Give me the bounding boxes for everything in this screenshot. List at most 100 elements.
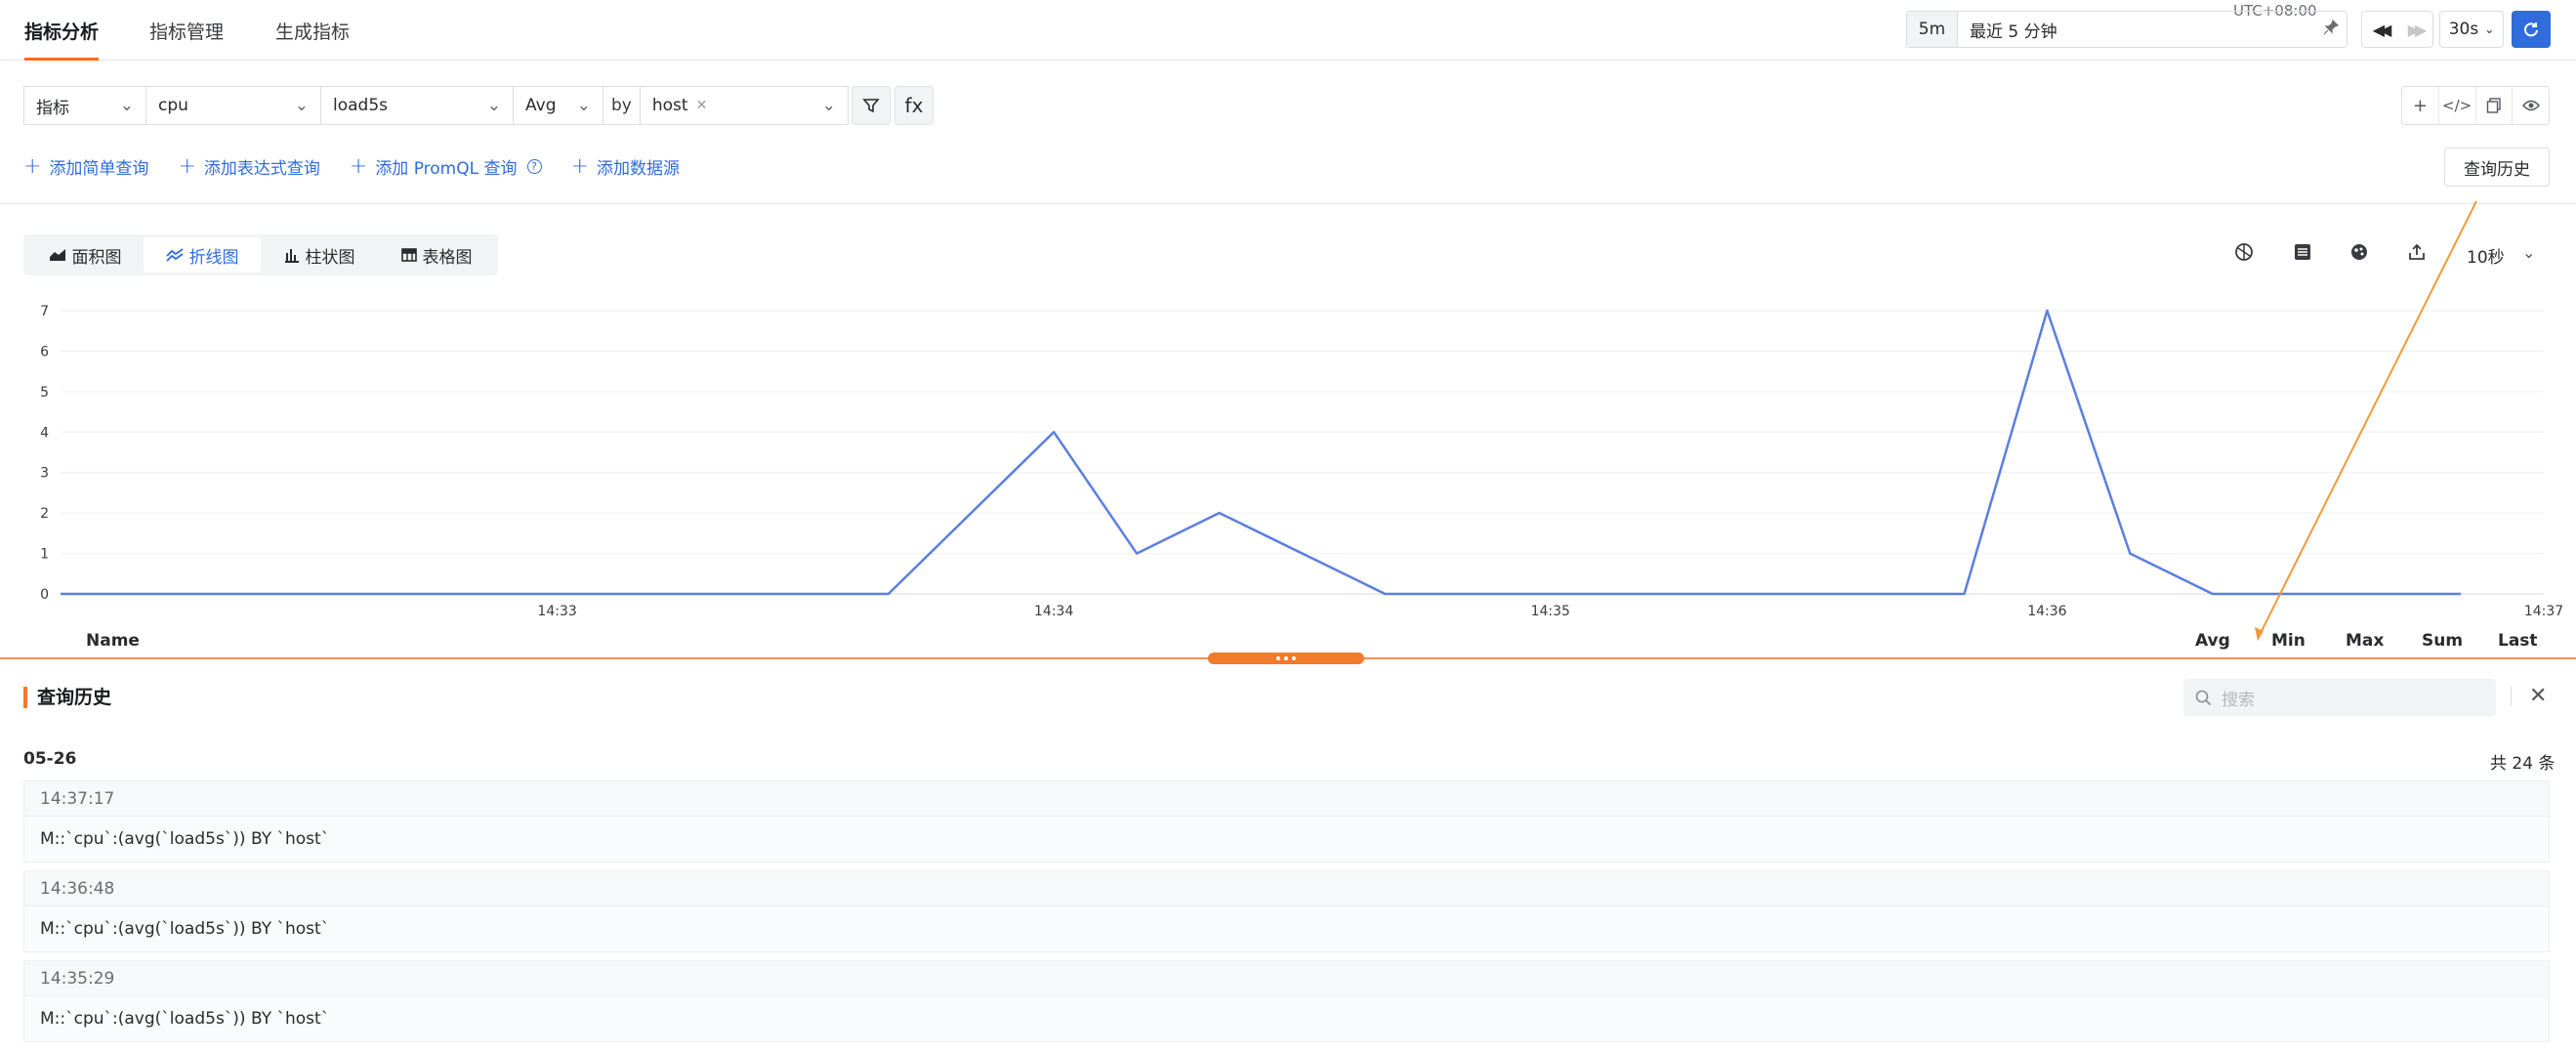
history-search-input[interactable]: 搜索 (2183, 679, 2496, 716)
history-item[interactable]: 14:37:17 M::`cpu`:(avg(`load5s`)) BY `ho… (23, 780, 2550, 863)
interval-select[interactable]: 10秒 (2467, 243, 2505, 268)
pin-icon[interactable] (2315, 19, 2347, 40)
tag-chip: host ✕ (652, 96, 707, 115)
x-tick-label: 14:35 (1531, 604, 1570, 619)
add-expression-query-label: 添加表达式查询 (203, 159, 320, 179)
query-type-select[interactable]: 指标 ⌄ (23, 86, 146, 125)
area-chart-icon (49, 249, 65, 261)
legend-sum-header[interactable]: Sum (2422, 631, 2463, 651)
search-icon (2195, 690, 2212, 705)
bar-chart-icon (284, 249, 299, 263)
legend-max-header[interactable]: Max (2346, 631, 2384, 651)
group-by-select[interactable]: host ✕ ⌄ (639, 86, 849, 125)
eye-icon[interactable] (2513, 87, 2549, 124)
x-tick-label: 14:34 (1034, 604, 1073, 619)
filter-button[interactable] (852, 86, 891, 125)
tab-table-chart[interactable]: 表格图 (378, 237, 495, 273)
refresh-interval-select[interactable]: 30s ⌄ (2439, 11, 2504, 48)
legend-min-header[interactable]: Min (2271, 631, 2306, 651)
time-range-text[interactable]: 最近 5 分钟 (1958, 18, 2315, 42)
color-palette-icon[interactable] (2234, 242, 2254, 267)
aggregation-value: Avg (525, 96, 557, 115)
y-tick-label: 2 (40, 506, 49, 522)
close-icon[interactable]: ✕ (696, 98, 708, 113)
history-item[interactable]: 14:35:29 M::`cpu`:(avg(`load5s`)) BY `ho… (23, 960, 2550, 1042)
history-search-placeholder: 搜索 (2222, 690, 2255, 710)
chevron-down-icon: ⌄ (294, 96, 309, 115)
tab-bar-chart-label: 柱状图 (305, 247, 355, 268)
history-item-query[interactable]: M::`cpu`:(avg(`load5s`)) BY `host` (24, 817, 2549, 862)
y-tick-label: 1 (40, 547, 49, 563)
theme-icon[interactable] (2349, 242, 2369, 267)
history-item[interactable]: 14:36:48 M::`cpu`:(avg(`load5s`)) BY `ho… (23, 870, 2550, 952)
legend-toggle-icon[interactable] (2293, 242, 2312, 267)
chevron-down-icon: ⌄ (821, 96, 836, 115)
x-tick-label: 14:33 (537, 604, 576, 619)
refresh-icon (2524, 22, 2538, 37)
y-tick-label: 6 (40, 344, 49, 359)
export-icon[interactable] (2407, 242, 2427, 267)
copy-icon[interactable] (2476, 87, 2514, 124)
time-nav-buttons: ◀◀ ▶▶ (2361, 11, 2433, 48)
function-button[interactable]: fx (894, 86, 934, 125)
chevron-down-icon[interactable]: ⌄ (2522, 243, 2535, 262)
add-simple-query-label: 添加简单查询 (49, 159, 149, 179)
add-query-links: + 添加简单查询 + 添加表达式查询 + 添加 PromQL 查询? + 添加数据源 (23, 154, 709, 179)
x-tick-label: 14:36 (2027, 604, 2066, 619)
history-list: 14:37:17 M::`cpu`:(avg(`load5s`)) BY `ho… (23, 780, 2550, 1050)
legend-name-header[interactable]: Name (86, 631, 140, 651)
plus-icon: + (178, 154, 196, 179)
add-expression-query-link[interactable]: + 添加表达式查询 (178, 154, 319, 179)
tab-metric-management[interactable]: 指标管理 (149, 18, 224, 61)
add-icon[interactable]: + (2402, 87, 2439, 124)
plus-icon: + (349, 154, 368, 179)
history-date: 05-26 (23, 749, 77, 769)
legend-last-header[interactable]: Last (2498, 631, 2538, 651)
tab-metric-analysis[interactable]: 指标分析 (24, 18, 100, 61)
add-promql-query-link[interactable]: + 添加 PromQL 查询? (350, 154, 542, 179)
history-item-query[interactable]: M::`cpu`:(avg(`load5s`)) BY `host` (24, 906, 2549, 951)
plus-icon: + (23, 154, 42, 179)
line-chart-icon (165, 248, 184, 262)
history-divider (2511, 687, 2512, 706)
field-value: load5s (333, 96, 389, 115)
measurement-select[interactable]: cpu ⌄ (145, 86, 321, 125)
tab-area-chart[interactable]: 面积图 (26, 237, 144, 273)
close-icon[interactable]: ✕ (2529, 684, 2547, 708)
query-type-value: 指标 (36, 98, 69, 118)
add-datasource-label: 添加数据源 (596, 159, 680, 179)
history-item-time: 14:36:48 (24, 871, 2549, 906)
plus-icon: + (570, 154, 589, 179)
chart-type-tabs: 面积图 折线图 柱状图 表格图 (23, 234, 498, 275)
y-tick-label: 4 (40, 425, 49, 441)
history-count: 共 24 条 (2490, 754, 2555, 774)
code-icon[interactable]: </> (2439, 87, 2476, 124)
history-item-query[interactable]: M::`cpu`:(avg(`load5s`)) BY `host` (24, 996, 2549, 1041)
by-label: by (602, 86, 641, 125)
help-icon[interactable]: ? (526, 159, 542, 174)
time-range-picker[interactable]: 5m 最近 5 分钟 (1906, 11, 2347, 48)
tab-line-chart[interactable]: 折线图 (144, 237, 261, 273)
refresh-button[interactable] (2512, 11, 2551, 48)
chevron-down-icon: ⌄ (119, 96, 134, 115)
query-history-button[interactable]: 查询历史 (2444, 147, 2550, 187)
aggregation-select[interactable]: Avg ⌄ (513, 86, 603, 125)
legend-avg-header[interactable]: Avg (2195, 631, 2230, 651)
tab-generate-metric[interactable]: 生成指标 (275, 18, 350, 61)
filter-icon (862, 99, 880, 113)
section-divider (0, 203, 2576, 204)
history-item-time: 14:37:17 (24, 781, 2549, 817)
field-select[interactable]: load5s ⌄ (320, 86, 514, 125)
add-simple-query-link[interactable]: + 添加简单查询 (23, 154, 148, 179)
top-nav: 指标分析 指标管理 生成指标 UTC+08:00 5m 最近 5 分钟 ◀◀ ▶… (0, 0, 2576, 61)
resize-handle[interactable] (1208, 653, 1364, 664)
forward-icon[interactable]: ▶▶ (2397, 12, 2432, 47)
y-tick-label: 7 (40, 304, 49, 319)
chevron-down-icon: ⌄ (576, 96, 591, 115)
tag-chip-label: host (651, 96, 688, 115)
time-quick-select[interactable]: 5m (1907, 12, 1958, 47)
rewind-icon[interactable]: ◀◀ (2362, 12, 2397, 47)
history-panel-title: 查询历史 (23, 687, 111, 708)
tab-bar-chart[interactable]: 柱状图 (261, 237, 378, 273)
add-datasource-link[interactable]: + 添加数据源 (571, 154, 680, 179)
